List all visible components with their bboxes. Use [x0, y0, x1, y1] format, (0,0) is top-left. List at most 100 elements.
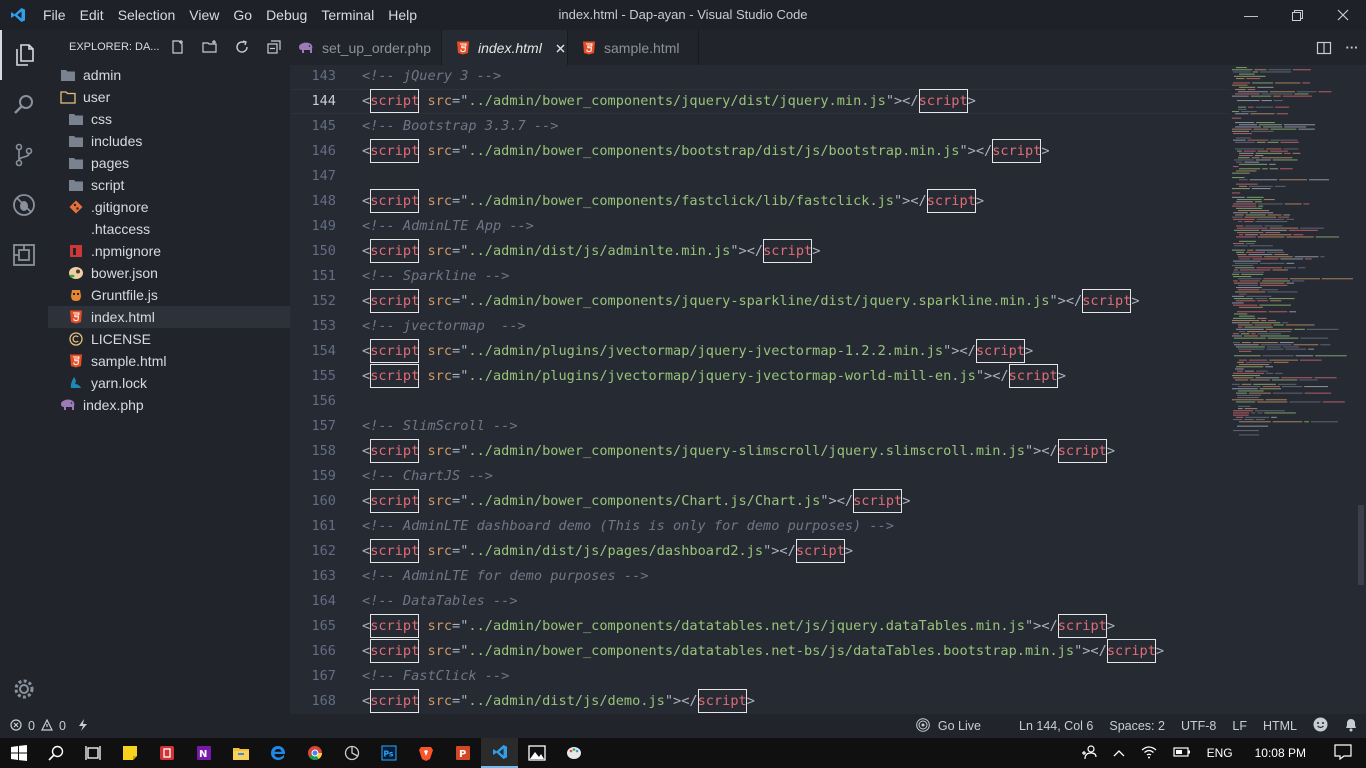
- tab-close-icon[interactable]: [556, 40, 565, 56]
- people-icon[interactable]: [1073, 744, 1105, 763]
- minimap-line: [1233, 419, 1243, 421]
- line-number: 157: [311, 418, 336, 434]
- photos-icon[interactable]: [518, 738, 555, 768]
- tree-item-yarn-lock[interactable]: yarn.lock: [48, 372, 290, 394]
- notifications-bell-icon[interactable]: [1336, 717, 1366, 735]
- vscode-logo-icon[interactable]: [0, 0, 36, 30]
- punct: =": [452, 243, 469, 259]
- tree-item-index-php[interactable]: index.php: [48, 394, 290, 416]
- chrome-icon[interactable]: [296, 738, 333, 768]
- restore-icon[interactable]: [1274, 0, 1320, 30]
- more-actions-icon[interactable]: ···: [1338, 30, 1366, 65]
- tree-item-includes[interactable]: includes: [48, 130, 290, 152]
- menu-file[interactable]: File: [36, 7, 73, 23]
- tree-item-pages[interactable]: pages: [48, 152, 290, 174]
- file-explorer-icon[interactable]: [222, 738, 259, 768]
- tree-item-gruntfile-js[interactable]: Gruntfile.js: [48, 284, 290, 306]
- task-view-icon[interactable]: [74, 738, 111, 768]
- tree-item-script[interactable]: script: [48, 174, 290, 196]
- chevron-up-icon[interactable]: [1105, 746, 1133, 760]
- tree-item-admin[interactable]: admin: [48, 64, 290, 86]
- action-center-icon[interactable]: [1320, 743, 1366, 763]
- code-editor[interactable]: 143 <!-- jQuery 3 --> 144 <script src="../a…: [290, 65, 1366, 714]
- explorer-icon[interactable]: [0, 30, 48, 80]
- menu-help[interactable]: Help: [381, 7, 424, 23]
- powerpoint-icon[interactable]: P: [444, 738, 481, 768]
- indentation[interactable]: Spaces: 2: [1101, 719, 1173, 733]
- end-of-line[interactable]: LF: [1224, 719, 1255, 733]
- settings-gear-icon[interactable]: [0, 664, 48, 714]
- sticky-notes-icon[interactable]: [111, 738, 148, 768]
- paint-icon[interactable]: [555, 738, 592, 768]
- error-count[interactable]: 0: [28, 719, 35, 733]
- menu-terminal[interactable]: Terminal: [314, 7, 381, 23]
- minimap-line: [1232, 399, 1264, 401]
- minimap-line: [1232, 273, 1240, 275]
- punct: "></: [1024, 618, 1058, 634]
- windows-start-icon[interactable]: [0, 738, 37, 768]
- refresh-icon[interactable]: [226, 35, 258, 59]
- minimap-line: [1237, 361, 1245, 363]
- encoding[interactable]: UTF-8: [1173, 719, 1224, 733]
- minimize-icon[interactable]: —: [1228, 0, 1274, 30]
- tree-item-label: sample.html: [91, 353, 167, 369]
- errors-icon[interactable]: [10, 718, 22, 734]
- minimap-line: [1314, 377, 1337, 379]
- menu-edit[interactable]: Edit: [73, 7, 111, 23]
- tree-item-index-html[interactable]: index.html: [48, 306, 290, 328]
- minimap-line: [1254, 69, 1267, 71]
- lightning-icon[interactable]: [78, 718, 88, 734]
- feedback-smiley-icon[interactable]: [1305, 717, 1336, 735]
- source-control-icon[interactable]: [0, 130, 48, 180]
- collapse-all-icon[interactable]: [258, 35, 290, 59]
- go-live-button[interactable]: Go Live: [938, 719, 989, 733]
- tree-item-css[interactable]: css: [48, 108, 290, 130]
- tree-item-gitignore[interactable]: .gitignore: [48, 196, 290, 218]
- cursor-position[interactable]: Ln 144, Col 6: [1011, 719, 1101, 733]
- battery-icon[interactable]: [1165, 746, 1199, 761]
- clock[interactable]: 10:08 PM: [1241, 746, 1320, 760]
- close-icon[interactable]: [1320, 0, 1366, 30]
- tree-item-npmignore[interactable]: .npmignore: [48, 240, 290, 262]
- menu-selection[interactable]: Selection: [111, 7, 183, 23]
- minimap-line: [1235, 126, 1262, 128]
- tree-item-user[interactable]: user: [48, 86, 290, 108]
- tab-set-up-order-php[interactable]: set_up_order.php: [290, 30, 442, 65]
- new-folder-icon[interactable]: [194, 35, 226, 59]
- broadcast-icon[interactable]: [908, 717, 938, 735]
- tree-item-license[interactable]: LICENSE: [48, 328, 290, 350]
- language-mode[interactable]: HTML: [1255, 719, 1305, 733]
- warning-icon[interactable]: [40, 718, 53, 734]
- vscode-taskbar-icon[interactable]: [481, 738, 518, 768]
- minimap-line: [1253, 128, 1269, 130]
- tab-index-html[interactable]: index.html: [442, 30, 568, 65]
- tree-item-htaccess[interactable]: .htaccess: [48, 218, 290, 240]
- wifi-icon[interactable]: [1133, 745, 1165, 762]
- menu-view[interactable]: View: [182, 7, 226, 23]
- edge-browser-icon[interactable]: [259, 738, 296, 768]
- split-editor-icon[interactable]: [1310, 30, 1338, 65]
- search-icon[interactable]: [37, 738, 74, 768]
- html-comment: <!-- AdminLTE for demo purposes -->: [362, 568, 649, 584]
- new-file-icon[interactable]: [162, 35, 194, 59]
- app-red-icon[interactable]: [148, 738, 185, 768]
- minimap[interactable]: [1230, 65, 1360, 445]
- search-icon[interactable]: [0, 80, 48, 130]
- debug-icon[interactable]: [0, 180, 48, 230]
- menu-debug[interactable]: Debug: [259, 7, 314, 23]
- line-number: 143: [311, 68, 336, 84]
- tag-name-script: script: [370, 189, 420, 213]
- input-language[interactable]: ENG: [1199, 746, 1241, 760]
- brave-browser-icon[interactable]: [407, 738, 444, 768]
- photoshop-icon[interactable]: Ps: [370, 738, 407, 768]
- minimap-line: [1274, 185, 1286, 187]
- onenote-icon[interactable]: N: [185, 738, 222, 768]
- warning-count[interactable]: 0: [59, 719, 66, 733]
- app-circle-icon[interactable]: [333, 738, 370, 768]
- tree-item-bower-json[interactable]: bower.json: [48, 262, 290, 284]
- vertical-scrollbar[interactable]: [1356, 65, 1366, 714]
- menu-go[interactable]: Go: [226, 7, 259, 23]
- tree-item-sample-html[interactable]: sample.html: [48, 350, 290, 372]
- extensions-icon[interactable]: [0, 230, 48, 280]
- tab-sample-html[interactable]: sample.html: [568, 30, 699, 65]
